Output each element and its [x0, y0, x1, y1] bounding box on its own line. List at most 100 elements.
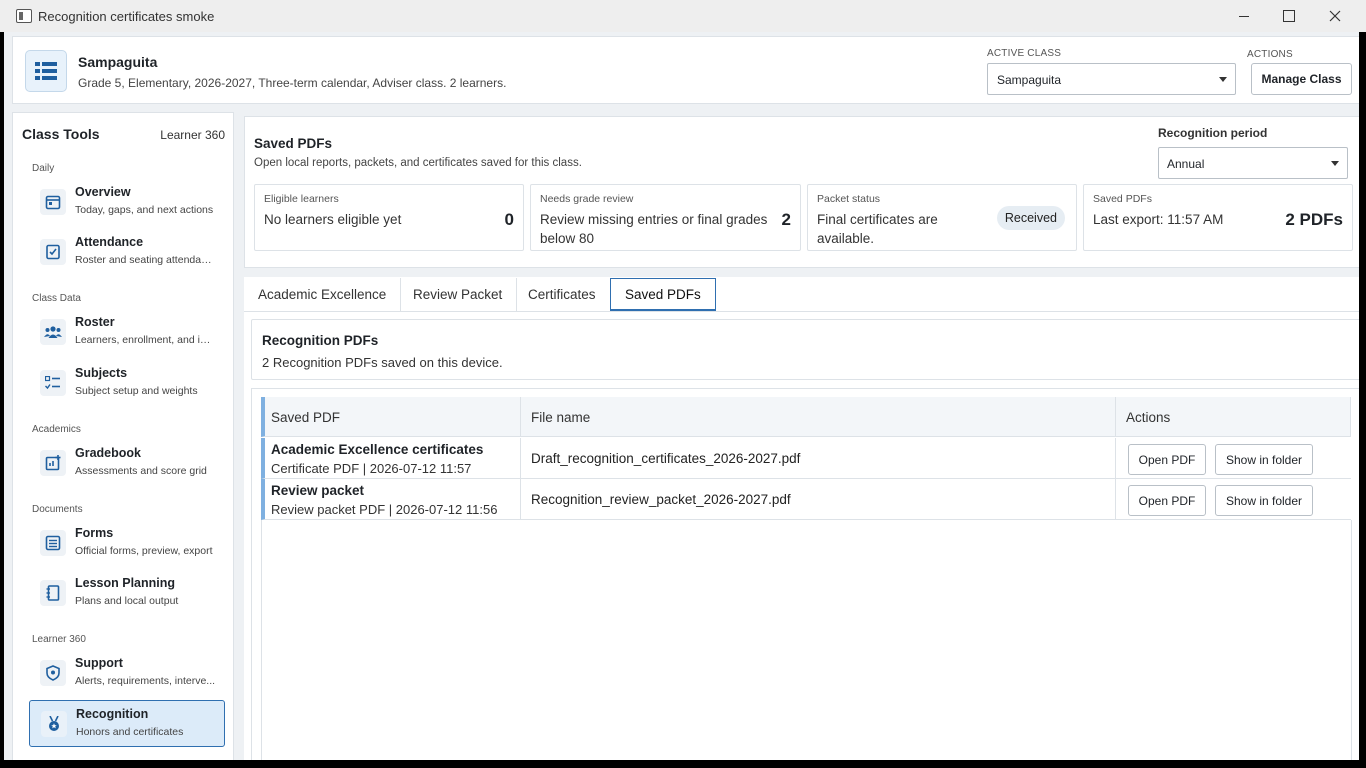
card-label: Eligible learners [264, 193, 339, 205]
nav-label: Overview [75, 185, 131, 199]
row-file-name: Draft_recognition_certificates_2026-2027… [531, 451, 801, 466]
saved-pdfs-content: Recognition PDFs 2 Recognition PDFs save… [244, 311, 1359, 760]
row-subtitle: Certificate PDF | 2026-07-12 11:57 [271, 461, 472, 476]
sidebar-item-recognition[interactable]: Recognition Honors and certificates [29, 700, 225, 747]
tab-academic-excellence[interactable]: Academic Excellence [244, 278, 402, 311]
checklist-icon [40, 370, 66, 396]
section-documents: Documents [32, 504, 83, 515]
status-badge: Received [996, 206, 1065, 230]
sidebar-item-roster[interactable]: Roster Learners, enrollment, and im... [29, 309, 225, 356]
sidebar-item-gradebook[interactable]: Gradebook Assessments and score grid [29, 440, 225, 487]
notebook-icon [40, 580, 66, 606]
nav-label: Attendance [75, 235, 144, 249]
tab-review-packet[interactable]: Review Packet [399, 278, 518, 311]
sidebar-item-overview[interactable]: Overview Today, gaps, and next actions [29, 179, 225, 226]
sidebar-item-lesson-planning[interactable]: Lesson Planning Plans and local output [29, 570, 225, 617]
sidebar-item-support[interactable]: Support Alerts, requirements, interve... [29, 650, 225, 697]
active-class-label: ACTIVE CLASS [987, 48, 1062, 59]
card-packet-status: Packet status Final certificates are ava… [807, 184, 1077, 251]
sidebar: Class Tools Learner 360 Daily Overview T… [12, 112, 234, 760]
open-pdf-button[interactable]: Open PDF [1128, 444, 1206, 475]
nav-sub: Plans and local output [75, 595, 179, 607]
recognition-period-label: Recognition period [1158, 126, 1268, 140]
maximize-button[interactable] [1266, 0, 1312, 32]
sidebar-item-forms[interactable]: Forms Official forms, preview, export [29, 520, 225, 567]
card-value: 2 [781, 210, 791, 229]
row-subtitle: Review packet PDF | 2026-07-12 11:56 [271, 502, 498, 517]
sidebar-learner360-link[interactable]: Learner 360 [160, 128, 225, 142]
tab-saved-pdfs[interactable]: Saved PDFs [610, 278, 716, 311]
recognition-period-value: Annual [1167, 157, 1205, 171]
table-header: Saved PDF File name Actions [261, 397, 1351, 437]
row-title: Review packet [271, 483, 365, 498]
section-class-data: Class Data [32, 293, 81, 304]
column-header-actions: Actions [1126, 410, 1171, 425]
class-list-icon [25, 50, 67, 92]
nav-sub: Alerts, requirements, interve... [75, 675, 216, 687]
sidebar-item-attendance[interactable]: Attendance Roster and seating attendance [29, 229, 225, 276]
column-header-file-name[interactable]: File name [531, 410, 590, 425]
gradebook-icon [40, 450, 66, 476]
card-eligible-learners: Eligible learners No learners eligible y… [254, 184, 524, 251]
attendance-icon [40, 239, 66, 265]
medal-icon [41, 711, 67, 737]
manage-class-button[interactable]: Manage Class [1251, 63, 1352, 95]
saved-pdfs-table: Saved PDF File name Actions Academic Exc… [251, 388, 1359, 760]
app-icon [16, 9, 32, 23]
nav-sub: Honors and certificates [76, 726, 184, 738]
nav-label: Gradebook [75, 446, 141, 460]
sidebar-item-subjects[interactable]: Subjects Subject setup and weights [29, 360, 225, 407]
recognition-pdfs-header: Recognition PDFs 2 Recognition PDFs save… [251, 319, 1359, 380]
chevron-down-icon [1219, 77, 1227, 82]
active-class-value: Sampaguita [997, 73, 1062, 87]
show-in-folder-button[interactable]: Show in folder [1215, 444, 1313, 475]
people-icon [40, 319, 66, 345]
nav-label: Subjects [75, 366, 128, 380]
active-class-select[interactable]: Sampaguita [987, 63, 1236, 95]
card-label: Needs grade review [540, 193, 634, 205]
card-label: Packet status [817, 193, 881, 205]
nav-label: Roster [75, 315, 115, 329]
app-window: Sampaguita Grade 5, Elementary, 2026-202… [4, 32, 1359, 760]
card-text: Review missing entries or final grades b… [540, 212, 768, 246]
section-subtitle: 2 Recognition PDFs saved on this device. [262, 355, 503, 370]
show-in-folder-button[interactable]: Show in folder [1215, 485, 1313, 516]
nav-label: Forms [75, 526, 114, 540]
row-title: Academic Excellence certificates [271, 442, 484, 457]
card-text: Final certificates are available. [817, 212, 938, 246]
section-learner-360: Learner 360 [32, 634, 86, 645]
section-title: Recognition PDFs [262, 333, 379, 348]
card-needs-grade-review: Needs grade review Review missing entrie… [530, 184, 801, 251]
class-name: Sampaguita [78, 54, 158, 70]
close-icon [1329, 10, 1341, 22]
close-button[interactable] [1312, 0, 1358, 32]
card-value: 2 PDFs [1285, 210, 1343, 229]
table-empty-area-border [261, 520, 262, 760]
page-title: Saved PDFs [254, 136, 333, 151]
class-header: Sampaguita Grade 5, Elementary, 2026-202… [12, 36, 1359, 104]
chevron-down-icon [1331, 161, 1339, 166]
actions-label: ACTIONS [1247, 49, 1293, 60]
tab-bar: Academic Excellence Review Packet Certif… [244, 277, 1359, 311]
minimize-button[interactable] [1221, 0, 1267, 32]
sidebar-title: Class Tools [22, 126, 100, 142]
tab-certificates[interactable]: Certificates [514, 278, 611, 311]
card-label: Saved PDFs [1093, 193, 1152, 205]
open-pdf-button[interactable]: Open PDF [1128, 485, 1206, 516]
nav-sub: Subject setup and weights [75, 385, 198, 397]
class-description: Grade 5, Elementary, 2026-2027, Three-te… [78, 76, 507, 90]
page-subtitle: Open local reports, packets, and certifi… [254, 157, 582, 169]
table-row[interactable]: Review packet Review packet PDF | 2026-0… [261, 479, 1351, 520]
column-header-saved-pdf[interactable]: Saved PDF [271, 410, 340, 425]
nav-sub: Official forms, preview, export [75, 545, 213, 557]
calendar-icon [40, 189, 66, 215]
row-file-name: Recognition_review_packet_2026-2027.pdf [531, 492, 791, 507]
section-academics: Academics [32, 424, 81, 435]
table-row[interactable]: Academic Excellence certificates Certifi… [261, 438, 1351, 479]
recognition-period-select[interactable]: Annual [1158, 147, 1348, 179]
list-icon [40, 530, 66, 556]
nav-sub: Assessments and score grid [75, 465, 207, 477]
nav-label: Recognition [76, 707, 149, 721]
nav-label: Lesson Planning [75, 576, 176, 590]
nav-sub: Roster and seating attendance [75, 254, 217, 266]
